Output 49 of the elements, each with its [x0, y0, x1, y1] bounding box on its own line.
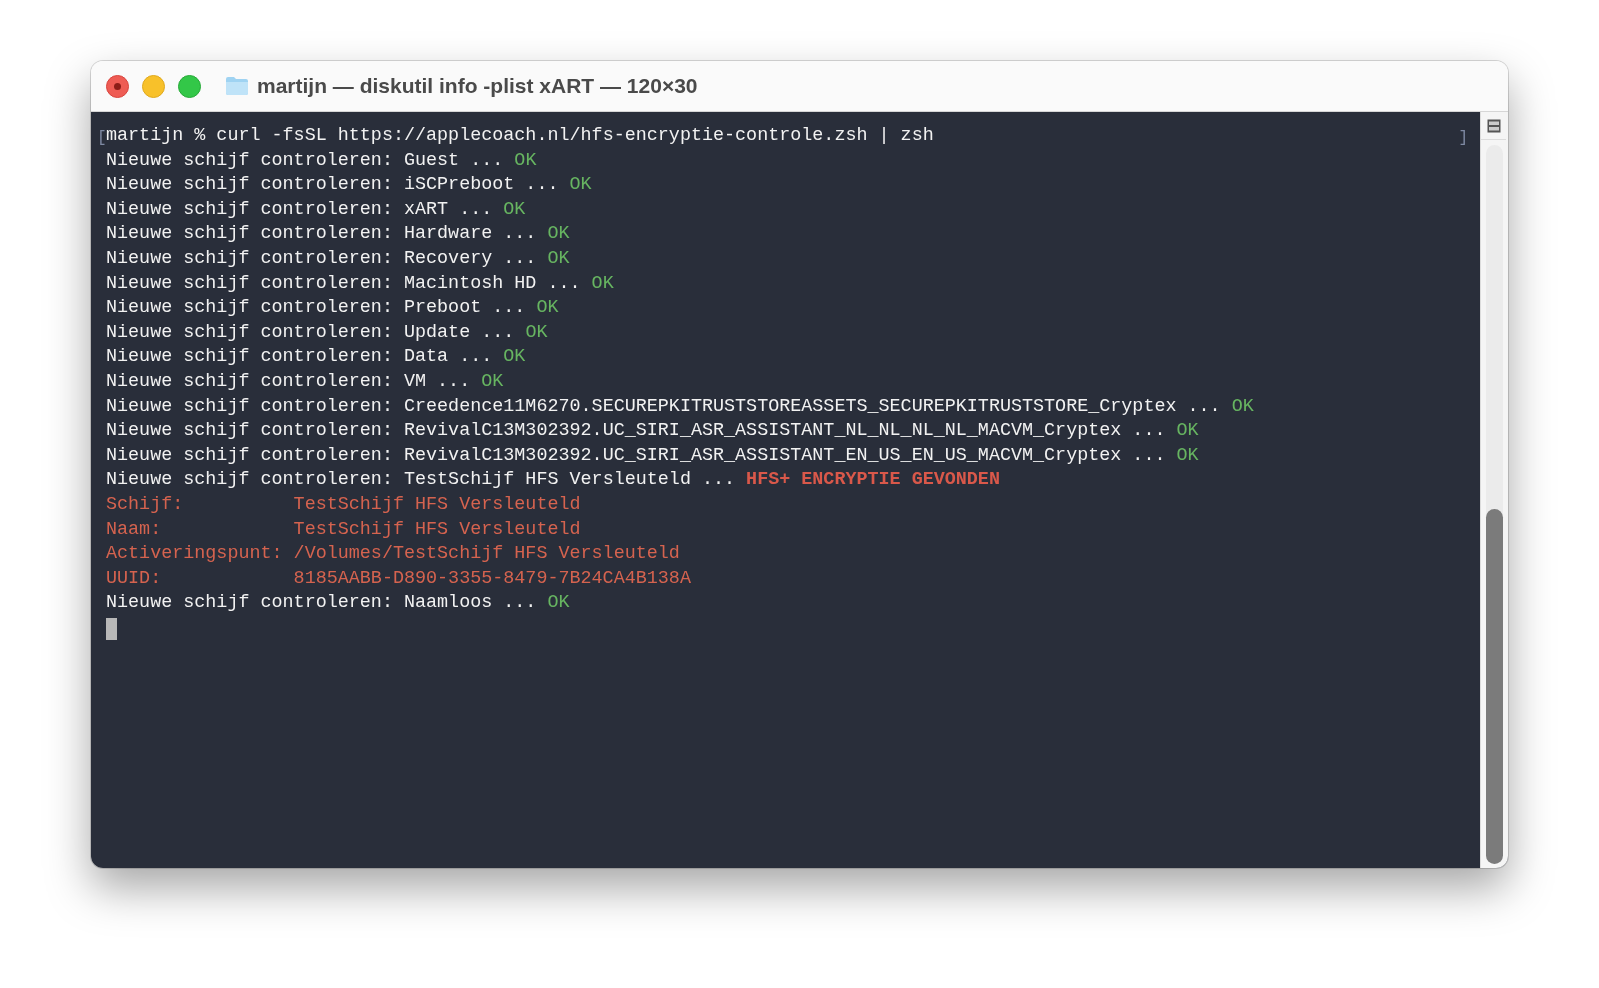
terminal-text: Nieuwe schijf controleren: RevivalC13M302392.UC_SIRI_ASR_ASSISTANT_NL_NL_NL_NL_MACVM_Cryptex ...: [106, 420, 1166, 442]
detail-label: Activeringspunt:: [106, 542, 284, 567]
terminal-text: martijn % curl -fsSL https://applecoach.nl/hfs-encryptie-controle.zsh | zsh: [106, 125, 934, 146]
status-ok: OK: [547, 592, 570, 614]
terminal-text: Nieuwe schijf controleren: iSCPreboot ...: [106, 174, 559, 196]
status-ok: OK: [547, 223, 570, 245]
zoom-button[interactable]: [178, 74, 201, 98]
detail-value: 8185AABB-D890-3355-8479-7B24CA4B138A: [293, 567, 691, 589]
minimize-button[interactable]: [142, 74, 165, 98]
status-ok: OK: [503, 198, 526, 220]
detail-label: UUID:: [106, 566, 163, 591]
prompt-mark: ]: [1458, 128, 1468, 149]
status-ok: OK: [481, 370, 504, 392]
split-pane-icon[interactable]: [1486, 118, 1501, 133]
terminal-text: Nieuwe schijf controleren: xART ...: [106, 198, 493, 220]
detail-value: /Volumes/TestSchijf HFS Versleuteld: [293, 543, 680, 565]
terminal-text: Nieuwe schijf controleren: Update ...: [106, 321, 515, 343]
detail-value: TestSchijf HFS Versleuteld: [293, 493, 581, 515]
status-ok: OK: [514, 149, 537, 171]
terminal-text: Nieuwe schijf controleren: TestSchijf HFS Versleuteld ...: [106, 469, 736, 491]
text-cursor: [106, 617, 117, 640]
window-title: martijn — diskutil info -plist xART — 120×30: [257, 74, 698, 98]
status-ok: OK: [569, 174, 592, 196]
status-ok: OK: [503, 346, 526, 368]
terminal-text: Nieuwe schijf controleren: Macintosh HD ...: [106, 272, 581, 294]
terminal-text: Nieuwe schijf controleren: Creedence11M6270.SECUREPKITRUSTSTOREASSETS_SECUREPKITRUSTSTORE_Cryptex ...: [106, 395, 1221, 417]
status-ok: OK: [1231, 395, 1254, 417]
terminal-text: Nieuwe schijf controleren: Recovery ...: [106, 247, 537, 269]
terminal-text: Nieuwe schijf controleren: VM ...: [106, 370, 471, 392]
scrollbar-thumb[interactable]: [1486, 509, 1503, 864]
prompt-mark: [: [97, 128, 107, 149]
terminal-text: Nieuwe schijf controleren: Hardware ...: [106, 223, 537, 245]
status-ok: OK: [525, 321, 548, 343]
close-button[interactable]: [106, 74, 129, 98]
status-ok: OK: [1176, 420, 1199, 442]
status-ok: OK: [536, 297, 559, 319]
detail-value: TestSchijf HFS Versleuteld: [293, 518, 581, 540]
terminal-text: Nieuwe schijf controleren: Data ...: [106, 346, 493, 368]
detail-label: Naam:: [106, 517, 163, 542]
warning-text: HFS+ ENCRYPTIE GEVONDEN: [746, 469, 1000, 491]
detail-label: Schijf:: [106, 492, 185, 517]
terminal-text: Nieuwe schijf controleren: Preboot ...: [106, 297, 526, 319]
terminal-text: Nieuwe schijf controleren: RevivalC13M302392.UC_SIRI_ASR_ASSISTANT_EN_US_EN_US_MACVM_Cryptex ...: [106, 444, 1166, 466]
terminal-text: Nieuwe schijf controleren: Guest ...: [106, 149, 504, 171]
folder-icon: [225, 76, 249, 96]
status-ok: OK: [547, 247, 570, 269]
status-ok: OK: [1176, 444, 1199, 466]
terminal-text: Nieuwe schijf controleren: Naamloos ...: [106, 592, 537, 614]
status-ok: OK: [591, 272, 614, 294]
